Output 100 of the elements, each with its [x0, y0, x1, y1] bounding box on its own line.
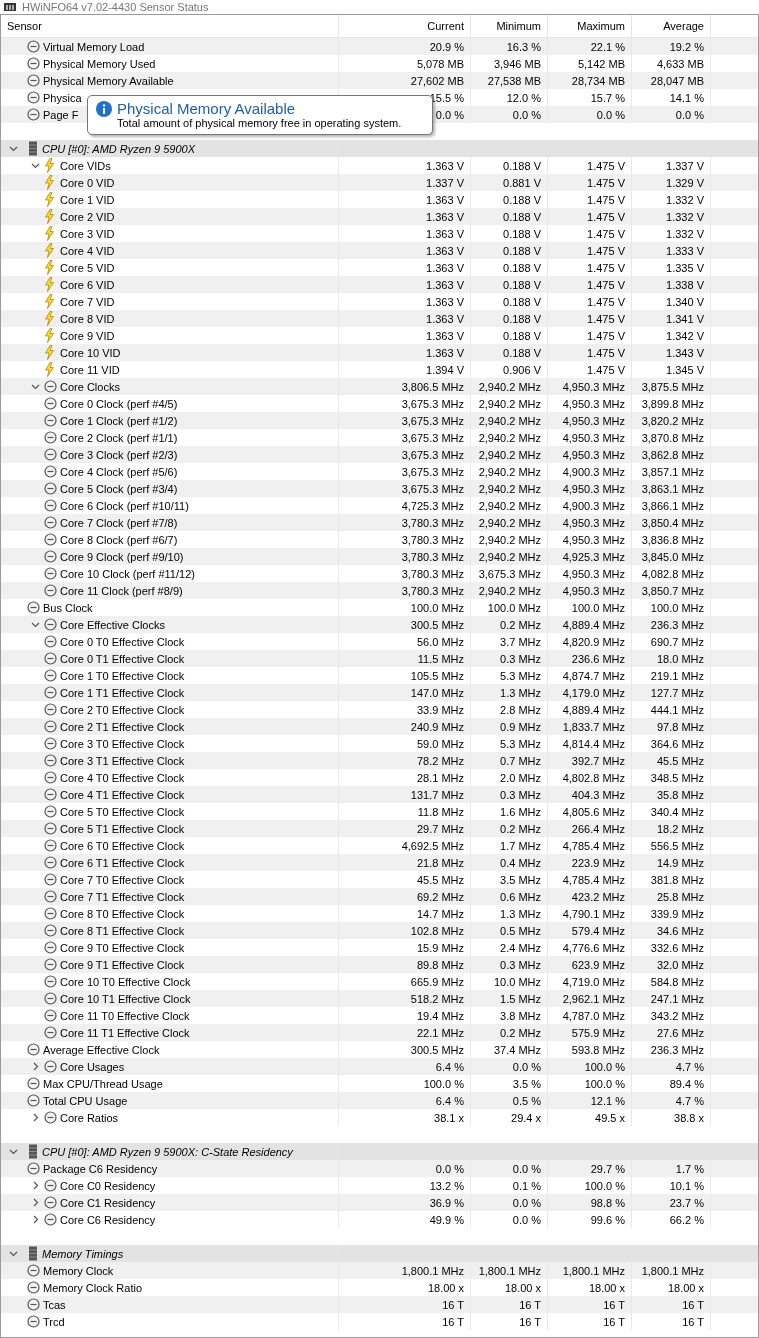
sensor-name[interactable]: Core 7 T1 Effective Clock	[60, 890, 185, 903]
sensor-name[interactable]: Core 7 Clock (perf #7/8)	[60, 516, 178, 529]
sensor-name[interactable]: Core 7 T0 Effective Clock	[60, 873, 185, 886]
lightning-icon	[44, 311, 55, 326]
sensor-name[interactable]: Core 6 T0 Effective Clock	[60, 839, 185, 852]
sensor-name[interactable]: Core 0 T1 Effective Clock	[60, 652, 185, 665]
sensor-name[interactable]: Core 6 T1 Effective Clock	[60, 856, 185, 869]
sensor-name[interactable]: Core C1 Residency	[60, 1196, 156, 1209]
sensor-name[interactable]: Core C0 Residency	[60, 1179, 156, 1192]
sensor-name[interactable]: Core 10 T1 Effective Clock	[60, 992, 191, 1005]
info-icon	[96, 100, 112, 117]
sensor-name[interactable]: Core 9 VID	[60, 329, 115, 342]
sensor-name[interactable]: Tcas	[43, 1298, 66, 1311]
sensor-name[interactable]: Core 4 VID	[60, 244, 115, 257]
sensor-name[interactable]: Core Effective Clocks	[60, 618, 165, 631]
sensor-name[interactable]: Core 0 T0 Effective Clock	[60, 635, 185, 648]
sensor-name[interactable]: Core 3 T1 Effective Clock	[60, 754, 185, 767]
app-icon	[4, 3, 16, 11]
sensor-name[interactable]: Core 9 Clock (perf #9/10)	[60, 550, 184, 563]
chip-icon	[28, 141, 38, 156]
sensor-name[interactable]: Core 1 T0 Effective Clock	[60, 669, 185, 682]
lightning-icon	[44, 345, 55, 360]
sensor-name[interactable]: Core 2 VID	[60, 210, 115, 223]
sensor-name[interactable]: Core 4 T1 Effective Clock	[60, 788, 185, 801]
sensor-name[interactable]: Core 3 T0 Effective Clock	[60, 737, 185, 750]
sensor-name[interactable]: Core 2 T0 Effective Clock	[60, 703, 185, 716]
sensor-name[interactable]: Core 10 VID	[60, 346, 121, 359]
sensor-name[interactable]: Core Ratios	[60, 1111, 119, 1124]
sensor-name[interactable]: Core 11 T0 Effective Clock	[60, 1009, 190, 1022]
window-title: HWiNFO64 v7.02-4430 Sensor Status	[22, 0, 209, 14]
chevron-down-icon[interactable]	[31, 382, 40, 391]
value-cell: 16 T	[632, 1313, 711, 1330]
sensor-name[interactable]: Average Effective Clock	[43, 1043, 160, 1056]
sensor-name[interactable]: Core 5 Clock (perf #3/4)	[60, 482, 178, 495]
lightning-icon	[44, 175, 55, 190]
sensor-name[interactable]: Core 11 T1 Effective Clock	[60, 1026, 190, 1039]
chevron-down-icon[interactable]	[9, 1147, 18, 1156]
sensor-name[interactable]: Core 8 Clock (perf #6/7)	[60, 533, 178, 546]
sensor-name[interactable]: Core 0 VID	[60, 176, 115, 189]
sensor-name[interactable]: Max CPU/Thread Usage	[43, 1077, 163, 1090]
sensor-name[interactable]: Package C6 Residency	[43, 1162, 158, 1175]
chevron-right-icon[interactable]	[31, 1198, 40, 1207]
chevron-right-icon[interactable]	[31, 1113, 40, 1122]
sensor-name[interactable]: Core 4 Clock (perf #5/6)	[60, 465, 178, 478]
sensor-name[interactable]: Core 11 Clock (perf #8/9)	[60, 584, 183, 597]
sensor-name[interactable]: Core 8 VID	[60, 312, 115, 325]
chevron-right-icon[interactable]	[31, 1062, 40, 1071]
sensor-name[interactable]: Memory Clock	[43, 1264, 114, 1277]
column-header[interactable]: Current	[339, 15, 471, 37]
sensor-name[interactable]: Memory Clock Ratio	[43, 1281, 143, 1294]
sensor-name[interactable]: Core 2 T1 Effective Clock	[60, 720, 185, 733]
sensor-name[interactable]: Core 5 T1 Effective Clock	[60, 822, 185, 835]
sensor-name[interactable]: Core Clocks	[60, 380, 120, 393]
sensor-name[interactable]: Core VIDs	[60, 159, 111, 172]
sensor-name[interactable]: Core 6 Clock (perf #10/11)	[60, 499, 189, 512]
sensor-name[interactable]: Core 11 VID	[60, 363, 120, 376]
column-header[interactable]: Maximum	[548, 15, 632, 37]
column-header[interactable]: Average	[632, 15, 711, 37]
sensor-name[interactable]: Core 5 T0 Effective Clock	[60, 805, 185, 818]
chevron-down-icon[interactable]	[31, 620, 40, 629]
value-cell: 16 T	[339, 1313, 471, 1330]
sensor-name[interactable]: Total CPU Usage	[43, 1094, 128, 1107]
sensor-name[interactable]: Core 10 T0 Effective Clock	[60, 975, 191, 988]
sensor-name[interactable]: Core 4 T0 Effective Clock	[60, 771, 185, 784]
sensor-name[interactable]: Physical Memory Used	[43, 57, 156, 70]
column-header[interactable]: Sensor	[1, 15, 339, 37]
sensor-name[interactable]: Core 2 Clock (perf #1/1)	[60, 431, 178, 444]
sensor-name[interactable]: Core 7 VID	[60, 295, 115, 308]
group-title: CPU [#0]: AMD Ryzen 9 5900X	[42, 142, 196, 155]
chevron-right-icon[interactable]	[31, 1181, 40, 1190]
sensor-name[interactable]: Virtual Memory Load	[43, 40, 145, 53]
sensor-name[interactable]: Core C6 Residency	[60, 1213, 156, 1226]
sensor-name[interactable]: Core 8 T0 Effective Clock	[60, 907, 185, 920]
sensor-name[interactable]: Core 8 T1 Effective Clock	[60, 924, 185, 937]
chevron-right-icon[interactable]	[31, 1215, 40, 1224]
sensor-name[interactable]: Core 6 VID	[60, 278, 115, 291]
sensor-name[interactable]: Core 5 VID	[60, 261, 115, 274]
lightning-icon	[44, 260, 55, 275]
chevron-down-icon[interactable]	[9, 144, 18, 153]
sensor-name[interactable]: Core Usages	[60, 1060, 125, 1073]
sensor-name[interactable]: Bus Clock	[43, 601, 93, 614]
sensor-name[interactable]: Core 9 T1 Effective Clock	[60, 958, 185, 971]
sensor-name[interactable]: Core 3 Clock (perf #2/3)	[60, 448, 178, 461]
column-header[interactable]: Minimum	[471, 15, 548, 37]
sensor-name[interactable]: Physical Memory Available	[43, 74, 174, 87]
chevron-down-icon[interactable]	[31, 161, 40, 170]
sensor-name[interactable]: Page F	[43, 108, 79, 121]
sensor-name[interactable]: Core 1 Clock (perf #1/2)	[60, 414, 178, 427]
chevron-down-icon[interactable]	[9, 1249, 18, 1258]
lightning-icon	[44, 362, 55, 377]
sensor-name[interactable]: Core 10 Clock (perf #11/12)	[60, 567, 195, 580]
sensor-name[interactable]: Core 3 VID	[60, 227, 115, 240]
lightning-icon	[44, 277, 55, 292]
lightning-icon	[44, 328, 55, 343]
sensor-name[interactable]: Core 0 Clock (perf #4/5)	[60, 397, 178, 410]
sensor-name[interactable]: Physica	[43, 91, 82, 104]
sensor-name[interactable]: Core 1 VID	[60, 193, 115, 206]
sensor-name[interactable]: Trcd	[43, 1315, 65, 1328]
sensor-name[interactable]: Core 9 T0 Effective Clock	[60, 941, 185, 954]
sensor-name[interactable]: Core 1 T1 Effective Clock	[60, 686, 185, 699]
